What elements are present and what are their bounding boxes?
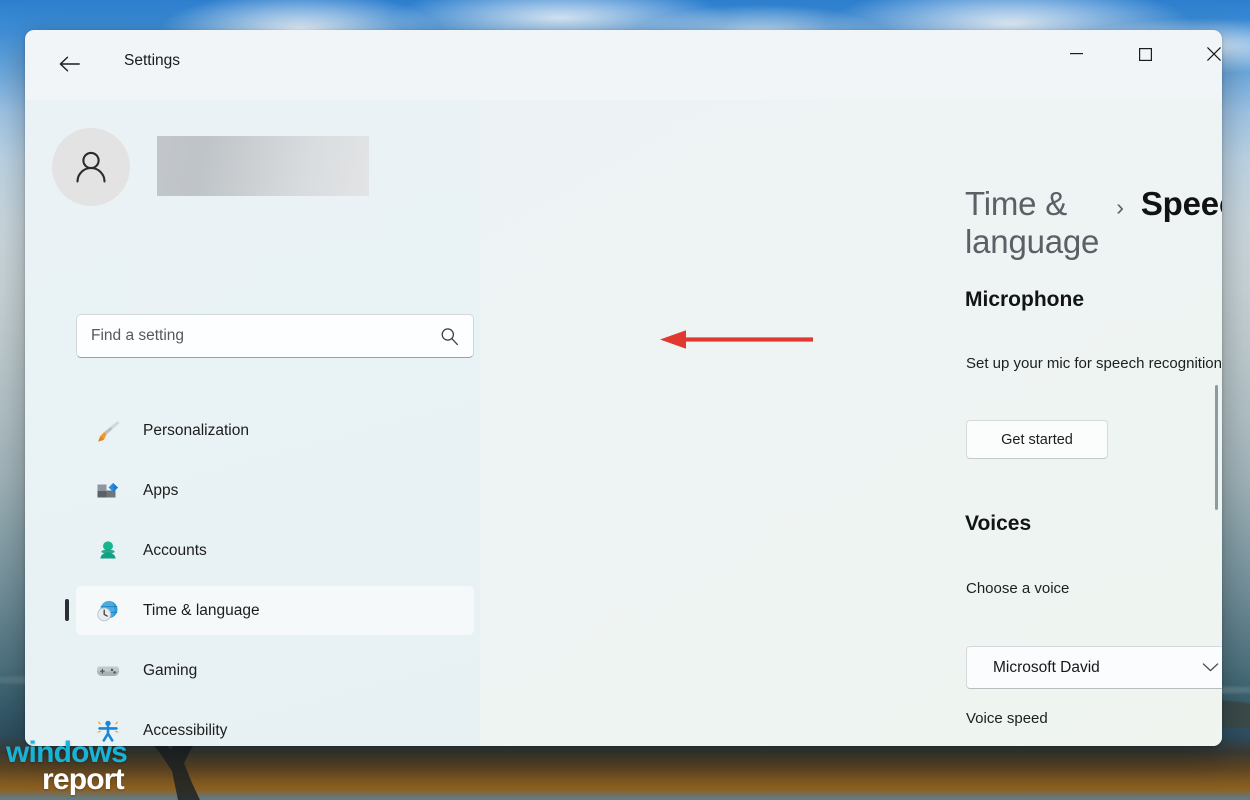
- sidebar-item-accounts[interactable]: Accounts: [76, 526, 474, 575]
- sidebar-item-time-and-language[interactable]: Time & language: [65, 586, 474, 635]
- account-person-icon: [94, 538, 122, 564]
- username-redacted: [157, 136, 369, 196]
- microphone-description: Set up your mic for speech recognition: [966, 355, 1222, 372]
- person-avatar-icon: [76, 151, 106, 183]
- user-profile[interactable]: [52, 128, 369, 206]
- sidebar-item-accessibility[interactable]: Accessibility: [76, 706, 474, 746]
- maximize-icon: [1138, 47, 1152, 61]
- maximize-button[interactable]: [1122, 30, 1168, 78]
- breadcrumb-separator-icon: ›: [1116, 194, 1124, 220]
- close-button[interactable]: [1191, 30, 1222, 78]
- get-started-button[interactable]: Get started: [966, 420, 1108, 459]
- sidebar-item-label: Accounts: [143, 541, 207, 559]
- watermark-line-2: report: [42, 763, 125, 797]
- back-button[interactable]: [49, 46, 89, 82]
- microphone-heading: Microphone: [965, 288, 1084, 311]
- content-pane: Time & language › Speech Microphone Set …: [480, 100, 1222, 746]
- minimize-icon: [1069, 53, 1083, 55]
- voice-speed-label: Voice speed: [966, 710, 1048, 727]
- voice-select-value: Microsoft David: [993, 658, 1100, 676]
- voice-select-dropdown[interactable]: Microsoft David: [966, 646, 1222, 689]
- close-icon: [1207, 47, 1221, 61]
- breadcrumb: Time & language › Speech: [965, 185, 1222, 261]
- sidebar-item-label: Personalization: [143, 421, 249, 439]
- apps-blocks-icon: [94, 478, 122, 504]
- gamepad-icon: [94, 658, 122, 684]
- chevron-down-icon: [1202, 663, 1219, 672]
- title-bar: Settings: [25, 30, 1222, 100]
- search-icon[interactable]: [440, 327, 459, 346]
- breadcrumb-current-page: Speech: [1140, 185, 1222, 222]
- search-box[interactable]: [76, 314, 474, 358]
- search-input[interactable]: [91, 327, 440, 345]
- breadcrumb-parent-link[interactable]: Time & language: [965, 185, 1099, 261]
- sidebar-item-label: Time & language: [143, 601, 260, 619]
- app-title: Settings: [124, 52, 181, 69]
- watermark: windows report: [6, 738, 128, 797]
- voices-heading: Voices: [965, 512, 1032, 535]
- content-scrollbar[interactable]: [1215, 385, 1218, 510]
- avatar: [52, 128, 130, 206]
- desktop-wallpaper: Settings Find a setting Personalization …: [0, 0, 1250, 800]
- choose-a-voice-label: Choose a voice: [966, 580, 1070, 597]
- globe-clock-icon: [94, 598, 122, 624]
- sidebar-item-label: Apps: [143, 481, 179, 499]
- sidebar-item-personalization[interactable]: Personalization: [76, 406, 474, 455]
- sidebar-nav-list: Personalization Apps Accounts Time & lan…: [65, 406, 474, 746]
- sidebar-item-label: Accessibility: [143, 721, 228, 739]
- sidebar: Personalization Apps: [25, 100, 493, 746]
- back-arrow-icon: [59, 56, 80, 72]
- accessibility-person-icon: [94, 718, 122, 744]
- sidebar-item-apps[interactable]: Apps: [76, 466, 474, 515]
- sidebar-item-label: Gaming: [143, 661, 198, 679]
- minimize-button[interactable]: [1053, 30, 1099, 78]
- settings-window: Settings Find a setting Personalization …: [25, 30, 1222, 746]
- sidebar-item-gaming[interactable]: Gaming: [76, 646, 474, 695]
- paintbrush-icon: [94, 418, 122, 444]
- window-body: Personalization Apps: [25, 100, 1222, 746]
